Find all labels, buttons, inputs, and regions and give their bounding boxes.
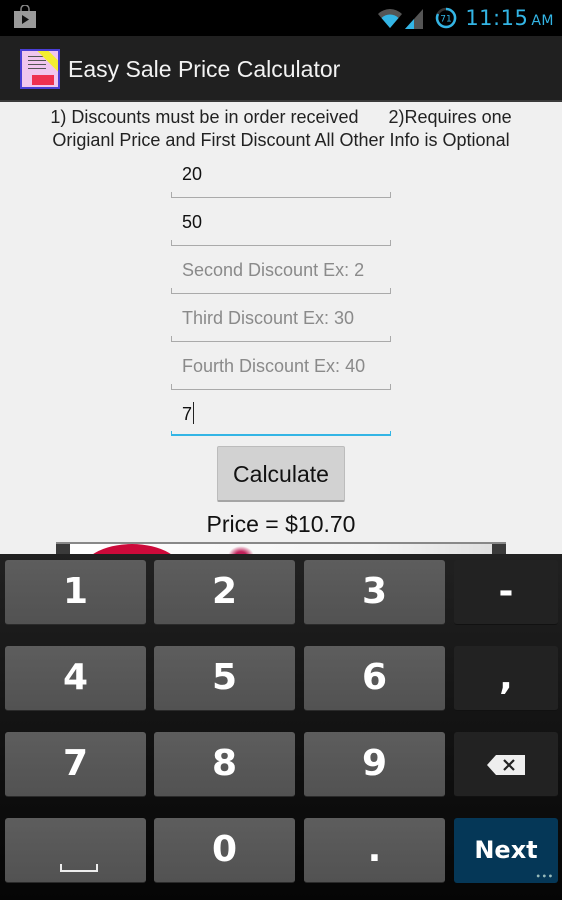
tax-value: 7 <box>182 402 195 425</box>
app-icon[interactable] <box>20 49 60 89</box>
battery-icon: 71 <box>436 7 457 29</box>
calculate-button[interactable]: Calculate <box>217 446 345 502</box>
key-0[interactable]: 0 <box>154 818 295 883</box>
key-9[interactable]: 9 <box>304 732 445 797</box>
second-discount-placeholder: Second Discount Ex: 2 <box>182 260 365 280</box>
tax-value-text: 7 <box>182 404 193 424</box>
clock-ampm: AM <box>531 13 554 29</box>
key-3[interactable]: 3 <box>304 560 445 625</box>
key-space[interactable] <box>5 818 146 883</box>
key-7[interactable]: 7 <box>5 732 146 797</box>
key-2[interactable]: 2 <box>154 560 295 625</box>
instructions-line-2: Origianl Price and First Discount All Ot… <box>52 130 510 150</box>
third-discount-placeholder: Third Discount Ex: 30 <box>182 308 355 328</box>
text-cursor <box>193 402 195 424</box>
key-4[interactable]: 4 <box>5 646 146 711</box>
instructions: 1) Discounts must be in order received 2… <box>0 106 562 152</box>
clock-time: 11:15 <box>465 6 529 30</box>
next-label: Next <box>474 836 538 864</box>
app-title: Easy Sale Price Calculator <box>68 56 341 82</box>
original-price-field[interactable]: 20 <box>171 156 391 198</box>
key-5[interactable]: 5 <box>154 646 295 711</box>
space-icon <box>60 864 98 872</box>
backspace-icon <box>487 755 525 775</box>
battery-level: 71 <box>441 15 452 25</box>
numeric-keyboard: 1 2 3 - 4 5 6 , 7 8 9 0 . Next ••• <box>0 554 562 900</box>
main-content: 1) Discounts must be in order received 2… <box>0 102 562 556</box>
wifi-icon <box>378 9 403 28</box>
first-discount-field[interactable]: 50 <box>171 204 391 246</box>
play-store-icon <box>14 5 36 28</box>
price-result: Price = $10.70 <box>206 511 356 537</box>
first-discount-value: 50 <box>182 212 203 232</box>
key-8[interactable]: 8 <box>154 732 295 797</box>
status-bar: 71 11:15 AM <box>0 0 562 36</box>
fourth-discount-placeholder: Fourth Discount Ex: 40 <box>182 356 366 376</box>
second-discount-field[interactable]: Second Discount Ex: 2 <box>171 252 391 294</box>
key-6[interactable]: 6 <box>304 646 445 711</box>
original-price-value: 20 <box>182 164 203 184</box>
tax-field[interactable]: 7 <box>171 394 391 436</box>
key-minus[interactable]: - <box>454 560 558 625</box>
key-backspace[interactable] <box>454 732 558 797</box>
key-comma[interactable]: , <box>454 646 558 711</box>
instructions-line-1: 1) Discounts must be in order received 2… <box>50 107 512 127</box>
action-bar: Easy Sale Price Calculator <box>0 36 562 102</box>
third-discount-field[interactable]: Third Discount Ex: 30 <box>171 300 391 342</box>
more-dots-icon: ••• <box>535 872 554 881</box>
fourth-discount-field[interactable]: Fourth Discount Ex: 40 <box>171 348 391 390</box>
key-1[interactable]: 1 <box>5 560 146 625</box>
key-next[interactable]: Next ••• <box>454 818 558 883</box>
key-period[interactable]: . <box>304 818 445 883</box>
clock: 11:15 AM <box>465 6 554 30</box>
signal-icon <box>405 9 424 29</box>
